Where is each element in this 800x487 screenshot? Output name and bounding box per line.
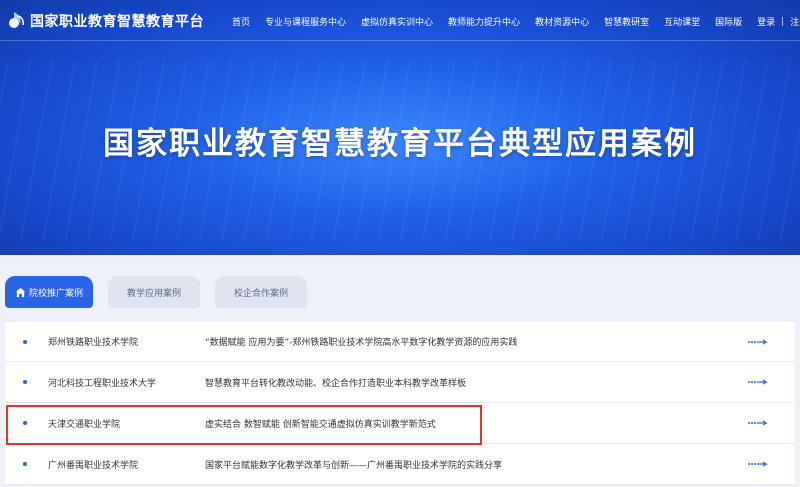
tab-label: 教学应用案例 (126, 288, 181, 299)
school-name: 天津交通职业学院 (48, 419, 121, 430)
register-link[interactable]: 注册 (790, 15, 800, 28)
more-arrow-icon[interactable] (747, 420, 769, 426)
case-title[interactable]: 虚实结合 数智赋能 创新智能交通虚拟仿真实训教学新范式 (205, 417, 436, 430)
tab-label: 校企合作案例 (233, 288, 288, 299)
school-name: 郑州铁路职业技术学院 (48, 338, 139, 348)
school-name: 广州番禺职业技术学院 (48, 460, 139, 471)
tab-school-promotion[interactable]: 院校推广案例 (5, 276, 93, 308)
platform-logo-icon (9, 12, 24, 28)
case-title[interactable]: 国家平台赋能数字化教学改革与创新——广州番禺职业技术学院的实践分享 (205, 458, 502, 471)
nav-item-international[interactable]: 国际版 (715, 15, 742, 28)
bullet-icon (23, 462, 27, 466)
main-nav: 首页 专业与课程服务中心 虚拟仿真实训中心 教师能力提升中心 教材资源中心 智慧… (232, 15, 800, 29)
tab-label: 院校推广案例 (28, 288, 83, 299)
auth-separator: | (781, 16, 785, 27)
case-title[interactable]: 智慧教育平台转化教改动能、校企合作打造职业本科教学改革样板 (205, 376, 466, 389)
login-link[interactable]: 登录 (757, 15, 775, 28)
tab-school-enterprise[interactable]: 校企合作案例 (215, 276, 307, 308)
bullet-icon (23, 421, 27, 425)
more-arrow-icon[interactable] (747, 338, 769, 345)
hero-banner: 国家职业教育智慧教育平台 首页 专业与课程服务中心 虚拟仿真实训中心 教师能力提… (0, 0, 800, 255)
nav-item-smart-research[interactable]: 智慧教研室 (604, 15, 649, 28)
nav-item-interactive-class[interactable]: 互动课堂 (664, 15, 700, 28)
case-row[interactable]: 河北科技工程职业技术大学 智慧教育平台转化教改动能、校企合作打造职业本科教学改革… (5, 362, 795, 403)
case-row[interactable]: 天津交通职业学院 虚实结合 数智赋能 创新智能交通虚拟仿真实训教学新范式 (5, 403, 795, 444)
more-arrow-icon[interactable] (747, 379, 769, 385)
hero-title: 国家职业教育智慧教育平台典型应用案例 (103, 126, 697, 162)
site-title[interactable]: 国家职业教育智慧教育平台 (30, 11, 204, 31)
bullet-icon (23, 380, 27, 384)
bullet-icon (23, 339, 27, 344)
auth-links: 登录 | 注册 (757, 15, 800, 29)
top-navigation-bar: 国家职业教育智慧教育平台 首页 专业与课程服务中心 虚拟仿真实训中心 教师能力提… (0, 0, 800, 40)
tab-teaching-application[interactable]: 教学应用案例 (108, 276, 200, 308)
case-title[interactable]: “数据赋能 应用为要”-郑州铁路职业技术学院高水平数字化教学资源的应用实践 (205, 335, 517, 348)
nav-item-textbook-center[interactable]: 教材资源中心 (535, 15, 589, 28)
nav-item-virtual-training[interactable]: 虚拟仿真实训中心 (361, 15, 433, 28)
case-list: 郑州铁路职业技术学院 “数据赋能 应用为要”-郑州铁路职业技术学院高水平数字化教… (5, 321, 795, 485)
nav-item-home[interactable]: 首页 (232, 15, 250, 28)
school-building-icon (15, 287, 26, 297)
case-row[interactable]: 郑州铁路职业技术学院 “数据赋能 应用为要”-郑州铁路职业技术学院高水平数字化教… (5, 321, 795, 362)
nav-item-teacher-center[interactable]: 教师能力提升中心 (448, 15, 520, 28)
school-name: 河北科技工程职业技术大学 (48, 378, 157, 389)
more-arrow-icon[interactable] (747, 461, 769, 467)
case-row[interactable]: 广州番禺职业技术学院 国家平台赋能数字化教学改革与创新——广州番禺职业技术学院的… (5, 444, 795, 485)
nav-item-course-center[interactable]: 专业与课程服务中心 (265, 15, 346, 28)
case-category-tabs: 院校推广案例 教学应用案例 校企合作案例 (5, 276, 322, 308)
